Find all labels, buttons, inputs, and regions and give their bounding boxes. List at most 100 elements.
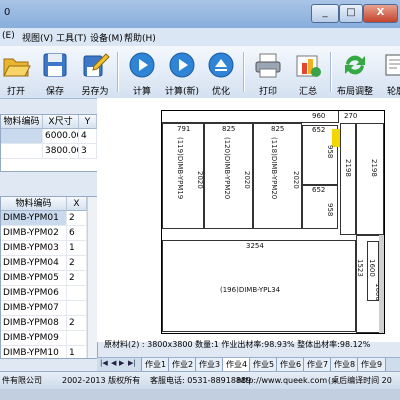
tab-job-7[interactable]: 作业7 bbox=[303, 358, 333, 372]
tab-job-6[interactable]: 作业6 bbox=[276, 358, 306, 372]
menu-tools[interactable]: 工具(T) bbox=[56, 31, 87, 44]
menu-bar: (E) 视图(V) 工具(T) 设备(M) 帮助(H) bbox=[0, 28, 400, 46]
materials-header-x[interactable]: X尺寸 bbox=[43, 115, 79, 129]
tab-prev-icon[interactable]: ◀ bbox=[111, 359, 116, 367]
print-button[interactable]: 打印 bbox=[250, 48, 286, 97]
summary-label: 汇总 bbox=[298, 87, 317, 97]
part-label: (120)DIMB-YPM20 bbox=[223, 137, 231, 200]
window-bottom-edge bbox=[0, 389, 400, 400]
save-as-icon bbox=[83, 53, 110, 77]
parts-header-code[interactable]: 物料编码 bbox=[1, 197, 67, 211]
dim-270: 270 bbox=[344, 112, 358, 120]
part-x[interactable]: 2 bbox=[67, 271, 87, 286]
open-button[interactable]: 打开 bbox=[0, 48, 34, 97]
dim-825: 825 bbox=[222, 125, 236, 133]
materials-cell-x[interactable]: 3800.00 bbox=[43, 144, 79, 159]
tab-job-4[interactable]: 作业4 bbox=[222, 358, 252, 372]
materials-cell-code[interactable] bbox=[1, 144, 43, 159]
part-code[interactable]: DIMB-YPM03 bbox=[1, 241, 67, 256]
layout-canvas[interactable]: 960 270 791 (119)DIMB-YPM19 2020 825 (12… bbox=[97, 98, 400, 342]
minimize-button[interactable]: _ bbox=[311, 4, 339, 23]
outline-icon bbox=[385, 54, 400, 76]
part-code[interactable]: DIMB-YPM07 bbox=[1, 301, 67, 316]
part-piece[interactable] bbox=[340, 123, 356, 235]
materials-cell-code[interactable] bbox=[1, 129, 43, 144]
sheet-tabs: |◀ ◀ ▶ ▶| 作业1 作业2 作业3 作业4 作业5 作业6 作业7 作业… bbox=[97, 357, 400, 372]
status-url[interactable]: http://www.queek.com bbox=[237, 372, 327, 390]
tab-first-icon[interactable]: |◀ bbox=[100, 359, 108, 367]
status-bar: 件有限公司 2002-2013 版权所有 客服电话: 0531-88918889… bbox=[0, 371, 400, 390]
layout-adjust-button[interactable]: 布局调整 bbox=[337, 48, 373, 97]
part-code[interactable]: DIMB-YPM05 bbox=[1, 271, 67, 286]
part-code[interactable]: DIMB-YPM09 bbox=[1, 331, 67, 346]
part-x[interactable] bbox=[67, 301, 87, 316]
dim-1600: 1600 bbox=[368, 259, 376, 277]
dim-825: 825 bbox=[271, 125, 285, 133]
dim-3254: 3254 bbox=[246, 242, 264, 250]
materials-table: 物料编码 X尺寸 Y 6000.00 4 3800.00 3 bbox=[0, 114, 98, 172]
maximize-button[interactable]: □ bbox=[339, 4, 363, 23]
part-label-large: (196)DIMB-YPL34 bbox=[220, 286, 281, 294]
part-x[interactable]: 6 bbox=[67, 226, 87, 241]
part-code[interactable]: DIMB-YPM10 bbox=[1, 346, 67, 358]
optimize-label: 优化 bbox=[211, 87, 230, 97]
raw-sheet[interactable]: 960 270 791 (119)DIMB-YPM19 2020 825 (12… bbox=[161, 110, 385, 334]
tab-job-8[interactable]: 作业8 bbox=[330, 358, 360, 372]
calculate-new-button[interactable]: 计算(新) bbox=[164, 48, 200, 97]
menu-device[interactable]: 设备(M) bbox=[90, 31, 123, 44]
part-x[interactable] bbox=[67, 331, 87, 346]
part-code[interactable]: DIMB-YPM06 bbox=[1, 286, 67, 301]
menu-help[interactable]: 帮助(H) bbox=[124, 31, 156, 44]
folder-open-icon bbox=[3, 58, 31, 77]
outline-button[interactable]: 轮廓 bbox=[378, 48, 400, 97]
dim-2198: 2198 bbox=[344, 159, 352, 177]
part-x[interactable]: 2 bbox=[67, 256, 87, 271]
materials-cell-x[interactable]: 6000.00 bbox=[43, 129, 79, 144]
tab-last-icon[interactable]: ▶| bbox=[128, 359, 136, 367]
save-as-button[interactable]: 另存为 bbox=[77, 48, 113, 97]
dim-652: 652 bbox=[312, 186, 326, 194]
menu-view[interactable]: 视图(V) bbox=[22, 31, 53, 44]
save-button[interactable]: 保存 bbox=[37, 48, 73, 97]
divider bbox=[338, 111, 340, 123]
tab-job-9[interactable]: 作业9 bbox=[357, 358, 387, 372]
floppy-disk-icon bbox=[43, 53, 67, 77]
calculate-button[interactable]: 计算 bbox=[124, 48, 160, 97]
printer-icon bbox=[255, 53, 281, 78]
parts-header-x[interactable]: X bbox=[67, 197, 87, 211]
close-button[interactable]: X bbox=[363, 4, 398, 23]
tab-job-1[interactable]: 作业1 bbox=[141, 358, 171, 372]
part-x[interactable] bbox=[67, 286, 87, 301]
title-bar: 0 _ □ X bbox=[0, 0, 400, 28]
materials-cell-y[interactable]: 3 bbox=[79, 144, 97, 159]
parts-scrollbar[interactable] bbox=[87, 197, 97, 358]
dim-791: 791 bbox=[177, 125, 191, 133]
part-code[interactable]: DIMB-YPM01 bbox=[1, 211, 67, 226]
status-copyright: 2002-2013 版权所有 bbox=[62, 376, 141, 385]
summary-button[interactable]: 汇总 bbox=[290, 48, 326, 97]
scrap-area bbox=[356, 123, 384, 235]
part-code[interactable]: DIMB-YPM04 bbox=[1, 256, 67, 271]
materials-header-y[interactable]: Y bbox=[79, 115, 97, 129]
part-x[interactable]: 1 bbox=[67, 241, 87, 256]
layout-summary: 原材料(2) : 3800x3800 数量:1 作业出材率:98.93% 整体出… bbox=[104, 340, 371, 349]
dim-2020: 2020 bbox=[292, 171, 300, 189]
tab-job-5[interactable]: 作业5 bbox=[249, 358, 279, 372]
save-as-label: 另存为 bbox=[81, 87, 109, 97]
part-x[interactable]: 2 bbox=[67, 211, 87, 226]
part-code[interactable]: DIMB-YPM02 bbox=[1, 226, 67, 241]
menu-edit[interactable]: (E) bbox=[2, 31, 15, 41]
part-x[interactable]: 2 bbox=[67, 316, 87, 331]
part-code[interactable]: DIMB-YPM08 bbox=[1, 316, 67, 331]
tab-next-icon[interactable]: ▶ bbox=[119, 359, 124, 367]
dim-958: 958 bbox=[326, 203, 334, 217]
part-x[interactable]: 1 bbox=[67, 346, 87, 358]
tab-job-3[interactable]: 作业3 bbox=[195, 358, 225, 372]
materials-cell-y[interactable]: 4 bbox=[79, 129, 97, 144]
window-title: 0 bbox=[4, 7, 11, 18]
scrap-strip bbox=[379, 235, 384, 333]
parts-table: 物料编码 X DIMB-YPM01 2 DIMB-YPM02 6 DIMB-YP… bbox=[0, 196, 98, 359]
tab-job-2[interactable]: 作业2 bbox=[168, 358, 198, 372]
optimize-button[interactable]: 优化 bbox=[203, 48, 239, 97]
materials-header-code[interactable]: 物料编码 bbox=[1, 115, 43, 129]
